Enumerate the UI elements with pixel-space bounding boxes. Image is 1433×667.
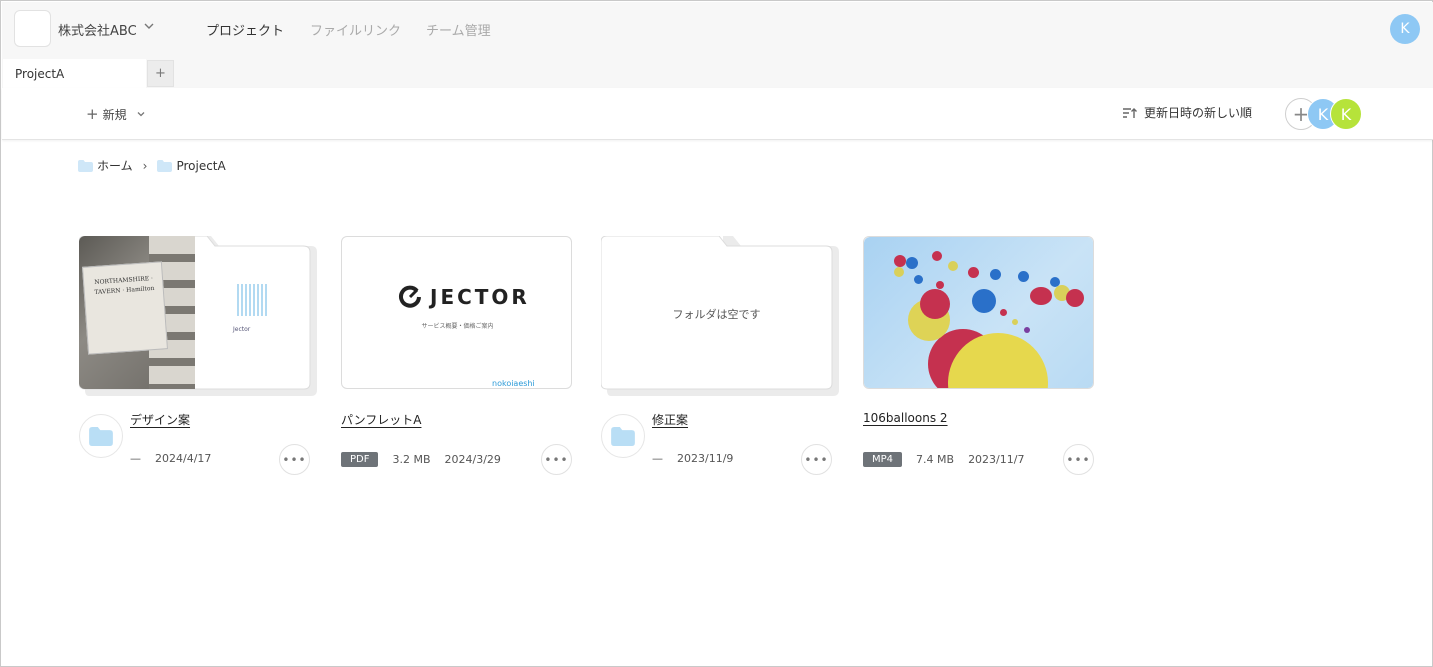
balloons-image <box>864 237 1093 388</box>
card-title[interactable]: 106balloons 2 <box>863 411 948 425</box>
file-size: 7.4 MB <box>916 453 955 466</box>
nav-projects[interactable]: プロジェクト <box>206 20 284 39</box>
add-tab-button[interactable]: + <box>147 60 174 87</box>
thumbnail-page: Jector <box>197 258 307 380</box>
top-bar: 株式会社ABC プロジェクト ファイルリンク チーム管理 K ProjectA … <box>2 2 1433 89</box>
logo-word: JECTOR <box>430 285 530 309</box>
breadcrumb-current[interactable]: ProjectA <box>176 159 225 173</box>
card-meta: — 2023/11/9 <box>652 452 733 465</box>
pdf-preview: JECTOR サービス概要・価格ご案内 nokoiaeshi <box>341 236 572 389</box>
thumbnail-photo: NORTHAMSHIRE · TAVERN · Hamilton <box>79 236 195 389</box>
sort-label: 更新日時の新しい順 <box>1144 106 1253 120</box>
folder-icon <box>611 426 635 446</box>
size-placeholder: — <box>130 452 141 465</box>
file-type-badge: PDF <box>341 452 379 467</box>
card-date: 2024/3/29 <box>444 453 501 466</box>
chevron-down-icon <box>137 112 145 117</box>
card-date: 2024/4/17 <box>155 452 212 465</box>
file-type-badge: MP4 <box>863 452 903 467</box>
file-thumbnail[interactable]: JECTOR サービス概要・価格ご案内 nokoiaeshi <box>341 236 572 389</box>
pdf-footer-brand: nokoiaeshi <box>492 379 535 388</box>
qr-code-image <box>237 284 269 316</box>
file-card[interactable]: 106balloons 2 MP4 7.4 MB 2023/11/7 ••• <box>863 236 1095 475</box>
card-title[interactable]: 修正案 <box>652 411 688 428</box>
size-placeholder: — <box>652 452 663 465</box>
folder-icon <box>78 159 93 172</box>
card-date: 2023/11/9 <box>677 452 734 465</box>
sort-icon <box>1123 107 1137 118</box>
folder-card[interactable]: NORTHAMSHIRE · TAVERN · Hamilton Jector … <box>79 236 317 475</box>
app-window: 株式会社ABC プロジェクト ファイルリンク チーム管理 K ProjectA … <box>0 0 1433 667</box>
card-title[interactable]: パンフレットA <box>341 411 421 428</box>
empty-folder-text: フォルダは空です <box>672 308 761 321</box>
org-name[interactable]: 株式会社ABC <box>58 20 137 39</box>
folder-icon <box>89 426 113 446</box>
folder-icon <box>157 159 173 172</box>
nav-team-management[interactable]: チーム管理 <box>426 20 491 39</box>
folder-thumbnail[interactable]: NORTHAMSHIRE · TAVERN · Hamilton Jector <box>79 236 317 396</box>
member-avatar[interactable]: K <box>1330 98 1362 130</box>
card-date: 2023/11/7 <box>968 453 1025 466</box>
folder-badge <box>601 414 645 458</box>
new-button[interactable]: + 新規 <box>86 105 147 123</box>
card-title[interactable]: デザイン案 <box>130 411 190 428</box>
chevron-down-icon[interactable] <box>142 19 156 33</box>
logo-mark-icon <box>399 285 421 308</box>
breadcrumb-home[interactable]: ホーム <box>97 157 133 174</box>
pdf-subtitle: サービス概要・価格ご案内 <box>421 323 494 330</box>
card-meta: MP4 7.4 MB 2023/11/7 <box>863 452 1024 467</box>
file-thumbnail[interactable] <box>863 236 1094 389</box>
toolbar: + 新規 更新日時の新しい順 + K K <box>2 88 1433 140</box>
card-meta: — 2024/4/17 <box>130 452 211 465</box>
more-options-button[interactable]: ••• <box>541 444 572 475</box>
folder-thumbnail[interactable]: フォルダは空です <box>601 236 839 396</box>
plus-icon: + <box>86 104 99 123</box>
tab-projecta[interactable]: ProjectA <box>3 59 146 89</box>
user-avatar[interactable]: K <box>1390 14 1420 44</box>
card-meta: PDF 3.2 MB 2024/3/29 <box>341 452 501 467</box>
new-button-label: 新規 <box>102 107 127 122</box>
folder-card[interactable]: フォルダは空です 修正案 — 2023/11/9 ••• <box>601 236 839 475</box>
org-logo[interactable] <box>14 10 51 47</box>
more-options-button[interactable]: ••• <box>1063 444 1094 475</box>
file-size: 3.2 MB <box>392 453 431 466</box>
nav-file-links[interactable]: ファイルリンク <box>310 20 401 39</box>
folder-badge <box>79 414 123 458</box>
breadcrumb: ホーム › ProjectA <box>78 157 226 174</box>
more-options-button[interactable]: ••• <box>801 444 832 475</box>
more-options-button[interactable]: ••• <box>279 444 310 475</box>
jector-logo: JECTOR <box>398 285 530 309</box>
chevron-right-icon: › <box>142 158 148 173</box>
page-brand: Jector <box>233 326 251 333</box>
video-preview <box>863 236 1094 389</box>
file-card[interactable]: JECTOR サービス概要・価格ご案内 nokoiaeshi パンフレットA P… <box>341 236 573 475</box>
sort-button[interactable]: 更新日時の新しい順 <box>1122 104 1252 121</box>
